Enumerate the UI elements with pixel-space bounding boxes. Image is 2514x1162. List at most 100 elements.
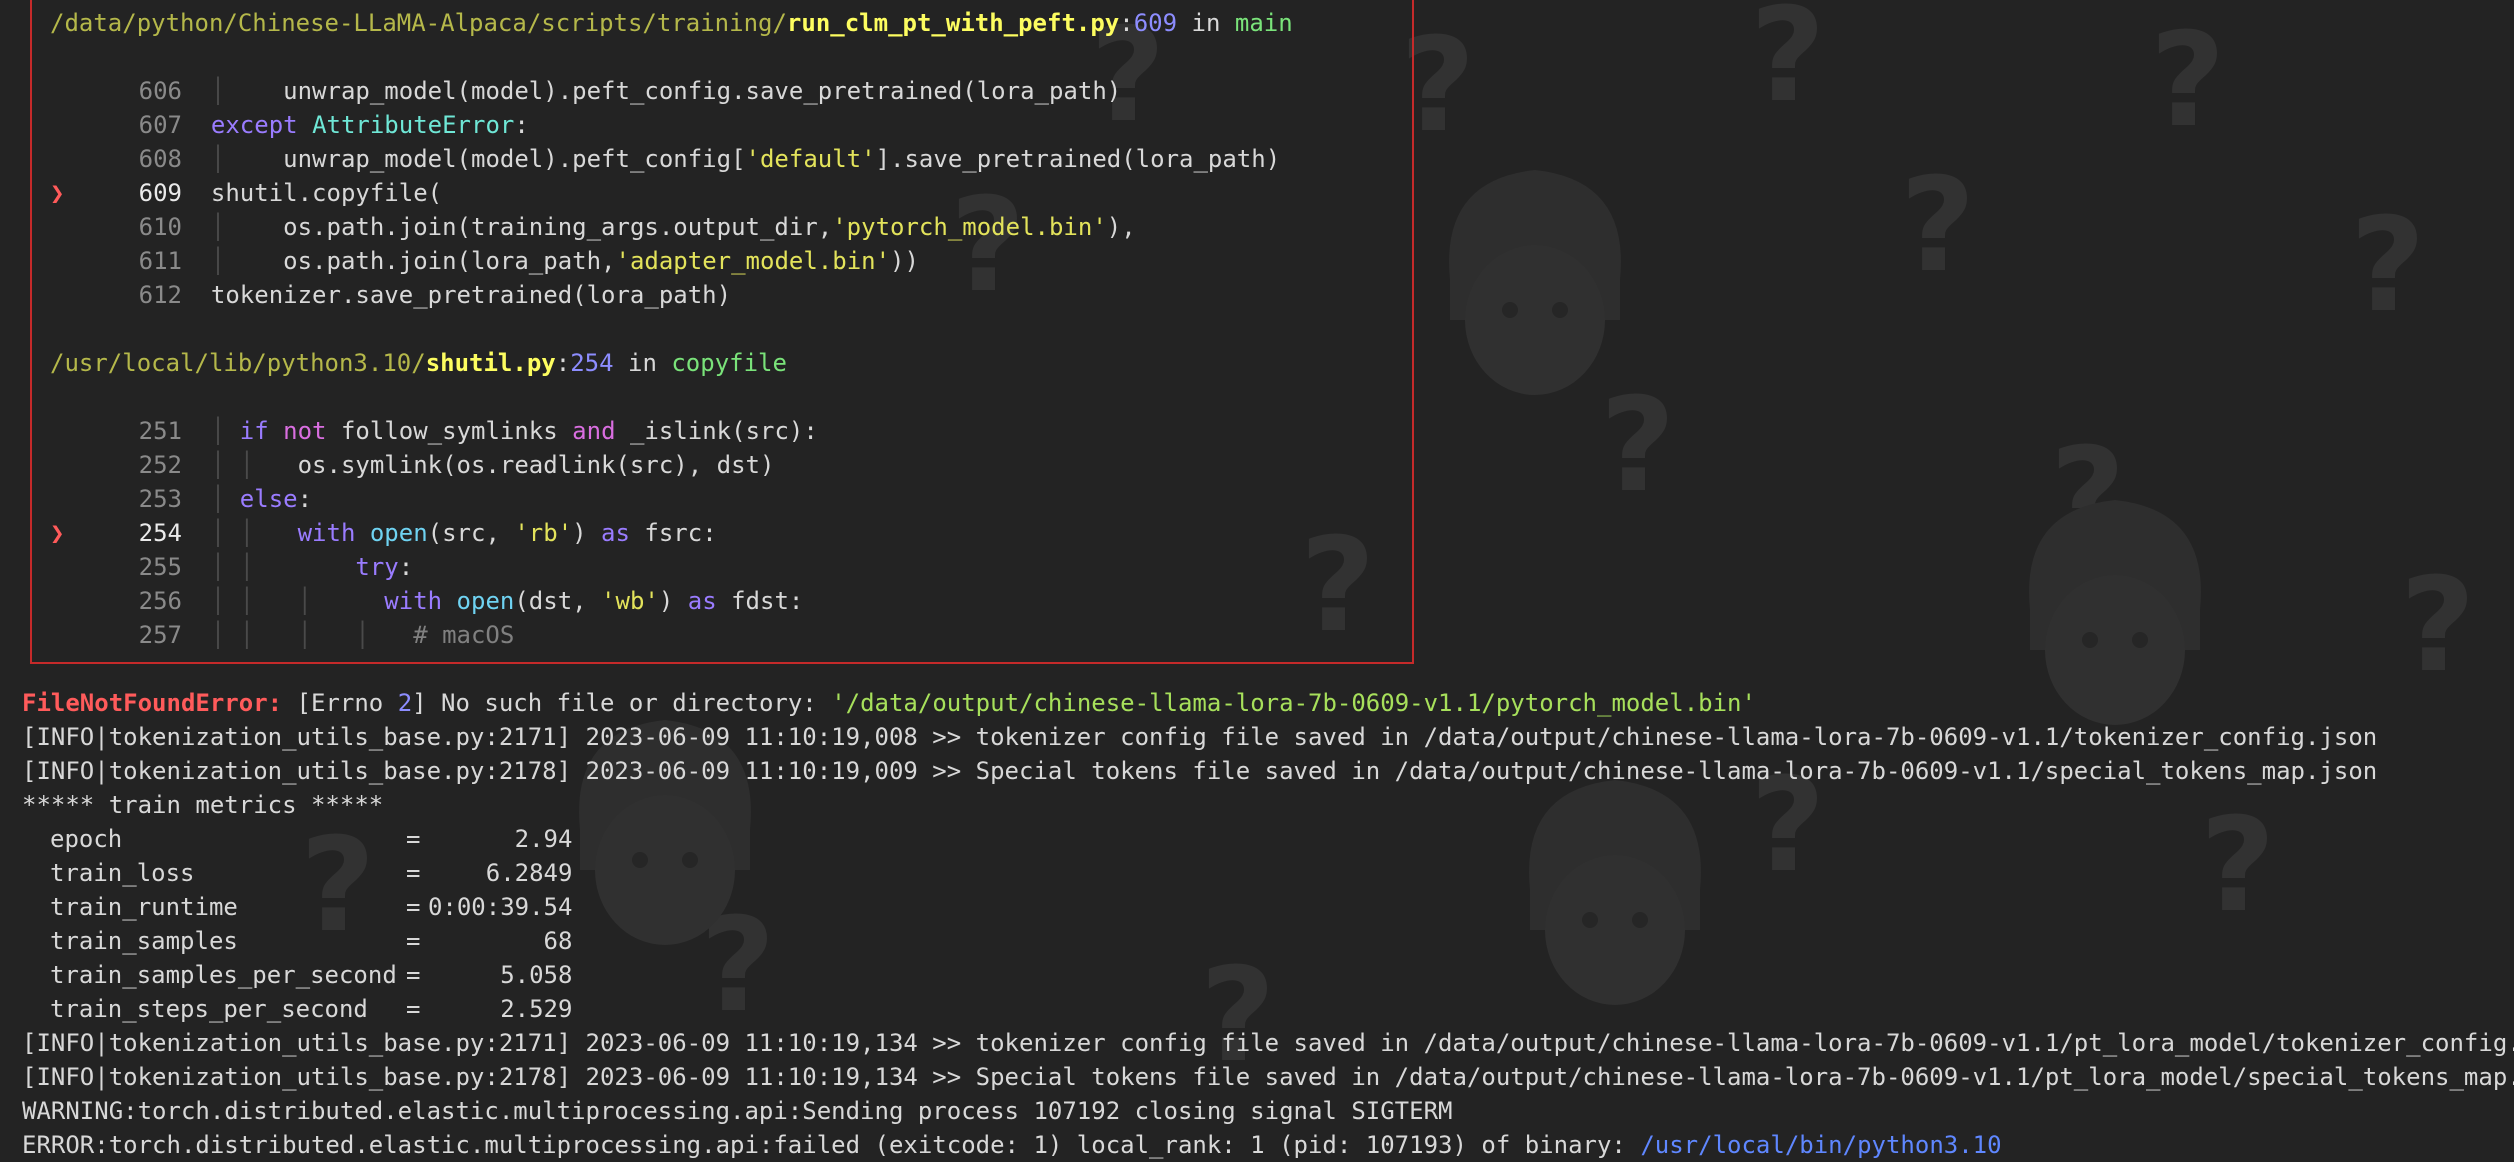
code-line: 252 │ │ os.symlink(os.readlink(src), dst… — [50, 448, 775, 482]
metric-key: train_loss — [50, 859, 195, 887]
code-line: 606 │ unwrap_model(model).peft_config.sa… — [50, 74, 1122, 108]
log-line: [INFO|tokenization_utils_base.py:2171] 2… — [22, 723, 2378, 751]
frame-dir: /data/python/Chinese-LLaMA-Alpaca/script… — [50, 9, 787, 37]
error-message: FileNotFoundError: [Errno 2] No such fil… — [22, 686, 1756, 720]
metric-key: train_runtime — [50, 893, 238, 921]
code-text: ].save_pretrained(lora_path) — [875, 145, 1281, 173]
error-path: '/data/output/chinese-llama-lora-7b-0609… — [831, 689, 1756, 717]
code-text: os.path.join(training_args.output_dir, — [283, 213, 833, 241]
code-keyword: and — [572, 417, 616, 445]
frame-lineno: 254 — [570, 349, 614, 377]
metric-row: train_samples = 68 — [50, 924, 572, 958]
code-keyword: as — [601, 519, 630, 547]
log-line: [INFO|tokenization_utils_base.py:2178] 2… — [22, 757, 2378, 785]
line-number: 255 — [138, 553, 182, 581]
line-number: 606 — [138, 77, 182, 105]
code-line: 251 │ if not follow_symlinks and _islink… — [50, 414, 818, 448]
metric-value: 68 — [543, 927, 573, 955]
code-line: 255 │ │ try: — [50, 550, 414, 584]
error-log-text: ERROR:torch.distributed.elastic.multipro… — [22, 1131, 1626, 1159]
metric-key: train_samples — [50, 927, 238, 955]
code-text: _islink(src): — [629, 417, 818, 445]
code-keyword: with — [384, 587, 443, 615]
metric-value: 2.529 — [500, 995, 573, 1023]
line-number: 607 — [138, 111, 182, 139]
metric-key: train_samples_per_second — [50, 961, 397, 989]
frame-in-word: in — [628, 349, 657, 377]
frame-func: main — [1234, 9, 1293, 37]
code-line: 608 │ unwrap_model(model).peft_config['d… — [50, 142, 1281, 176]
code-line: 253 │ else: — [50, 482, 312, 516]
metric-value: 0:00:39.54 — [427, 893, 573, 921]
code-text: unwrap_model(model).peft_config[ — [283, 145, 746, 173]
error-type: FileNotFoundError: — [22, 689, 283, 717]
code-text: fdst: — [731, 587, 804, 615]
code-text: os.symlink(os.readlink(src), dst) — [297, 451, 775, 479]
code-string: 'wb' — [601, 587, 659, 615]
code-text: ) — [658, 587, 674, 615]
traceback-frame-header: /usr/local/lib/python3.10/shutil.py:254 … — [50, 349, 787, 377]
code-comment: # macOS — [413, 621, 515, 649]
code-text: )) — [890, 247, 919, 275]
log-line: [INFO|tokenization_utils_base.py:2178] 2… — [22, 1063, 2514, 1091]
error-errno: 2 — [397, 689, 413, 717]
metric-row: epoch = 2.94 — [50, 822, 572, 856]
code-text: : — [398, 553, 414, 581]
traceback-frame-header: /data/python/Chinese-LLaMA-Alpaca/script… — [50, 9, 1293, 37]
code-string: 'rb' — [514, 519, 573, 547]
terminal-output: /data/python/Chinese-LLaMA-Alpaca/script… — [0, 0, 2514, 1159]
code-text: shutil.copyfile( — [210, 179, 443, 207]
metric-key: train_steps_per_second — [50, 995, 368, 1023]
metric-key: epoch — [50, 825, 123, 853]
code-line-current: ❯ 254 │ │ with open(src, 'rb') as fsrc: — [50, 516, 717, 550]
log-line: [INFO|tokenization_utils_base.py:2171] 2… — [22, 1029, 2514, 1057]
code-text: follow_symlinks — [340, 417, 558, 445]
code-line: 611 │ os.path.join(lora_path,'adapter_mo… — [50, 244, 919, 278]
line-number: 611 — [138, 247, 182, 275]
code-text: (src, — [427, 519, 500, 547]
current-line-arrow-icon: ❯ — [50, 519, 65, 547]
metric-value: 6.2849 — [485, 859, 573, 887]
frame-lineno: 609 — [1133, 9, 1178, 37]
code-builtin: open — [369, 519, 428, 547]
code-string: 'default' — [745, 145, 876, 173]
code-line-current: ❯ 609 shutil.copyfile( — [50, 176, 442, 210]
code-text: unwrap_model(model).peft_config.save_pre… — [283, 77, 1122, 105]
code-string: 'pytorch_model.bin' — [832, 213, 1107, 241]
metric-value: 2.94 — [514, 825, 573, 853]
frame-in-word: in — [1191, 9, 1221, 37]
code-keyword: as — [687, 587, 717, 615]
code-keyword: except — [210, 111, 298, 139]
error-text: [Errno — [296, 689, 384, 717]
warning-line: WARNING:torch.distributed.elastic.multip… — [22, 1097, 1453, 1125]
error-log-line: ERROR:torch.distributed.elastic.multipro… — [22, 1128, 2002, 1162]
code-text: ) — [572, 519, 587, 547]
line-number: 612 — [138, 281, 182, 309]
frame-file: shutil.py — [425, 349, 556, 377]
line-number: 252 — [138, 451, 182, 479]
code-line: 610 │ os.path.join(training_args.output_… — [50, 210, 1136, 244]
metric-value: 5.058 — [500, 961, 573, 989]
metric-row: train_runtime = 0:00:39.54 — [50, 890, 572, 924]
code-class: AttributeError — [312, 111, 515, 139]
current-line-arrow-icon: ❯ — [50, 179, 65, 207]
line-number: 610 — [138, 213, 182, 241]
line-number: 253 — [138, 485, 182, 513]
line-number: 257 — [138, 621, 182, 649]
metric-row: train_samples_per_second = 5.058 — [50, 958, 572, 992]
metrics-header: ***** train metrics ***** — [22, 791, 384, 819]
code-line: 256 │ │ │ with open(dst, 'wb') as fdst: — [50, 584, 804, 618]
code-keyword: else — [239, 485, 298, 513]
code-keyword: if — [239, 417, 269, 445]
frame-file: run_clm_pt_with_peft.py — [786, 9, 1120, 37]
metric-row: train_steps_per_second = 2.529 — [50, 992, 572, 1026]
code-line: 612 tokenizer.save_pretrained(lora_path) — [50, 278, 731, 312]
code-text: os.path.join(lora_path, — [283, 247, 616, 275]
code-keyword: with — [297, 519, 356, 547]
code-text: tokenizer.save_pretrained(lora_path) — [210, 281, 732, 309]
code-builtin: open — [456, 587, 515, 615]
line-number: 256 — [138, 587, 182, 615]
code-text: (dst, — [514, 587, 587, 615]
line-number: 608 — [138, 145, 182, 173]
line-number: 609 — [138, 179, 182, 207]
